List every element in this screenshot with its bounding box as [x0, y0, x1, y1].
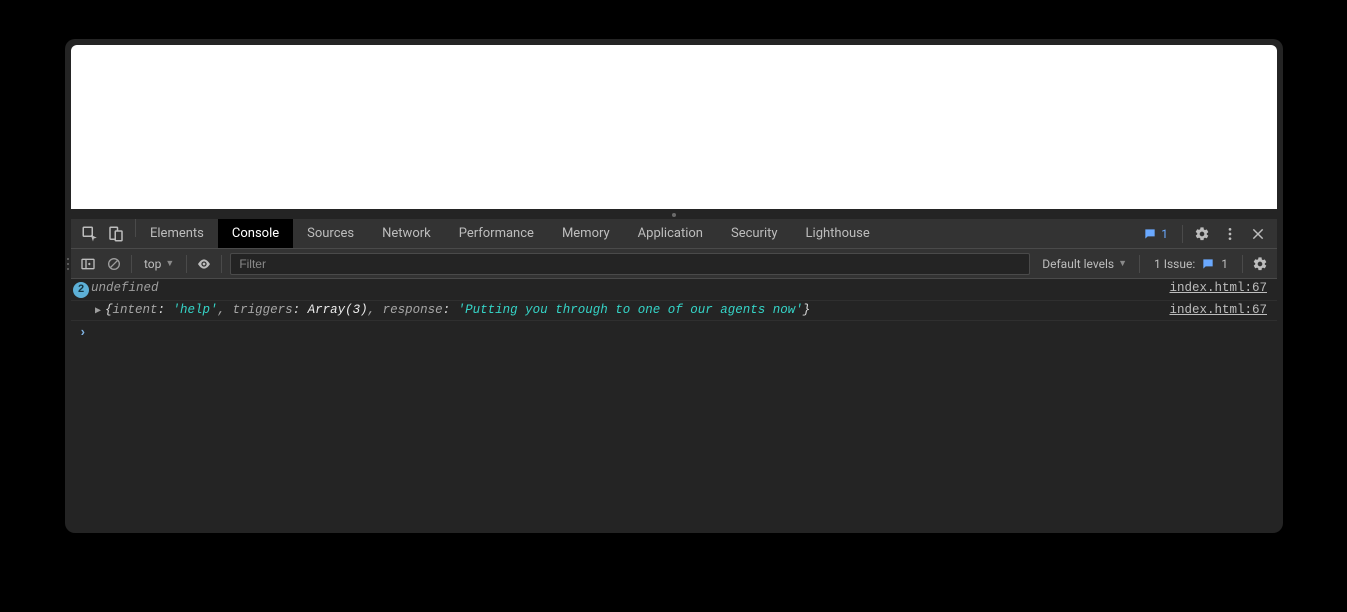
chevron-down-icon: ▼: [1118, 258, 1127, 269]
devtools-tabbar: Elements Console Sources Network Perform…: [71, 219, 1277, 249]
tab-elements[interactable]: Elements: [136, 219, 218, 248]
clear-console-icon[interactable]: [105, 255, 123, 273]
console-output: 2 undefined index.html:67 ▶ { intent: 'h…: [71, 279, 1277, 527]
tab-performance[interactable]: Performance: [445, 219, 548, 248]
divider: [221, 255, 222, 273]
object-key: triggers: [233, 303, 293, 317]
repeat-count-badge: 2: [73, 282, 89, 298]
divider: [1242, 255, 1243, 273]
message-icon: [1201, 257, 1215, 271]
chevron-down-icon: ▼: [165, 258, 174, 269]
divider: [1139, 255, 1140, 273]
tab-console[interactable]: Console: [218, 219, 293, 248]
console-prompt[interactable]: ›: [71, 321, 1277, 341]
object-value: 'help': [173, 303, 218, 317]
console-toolbar: top ▼ Default levels ▼ 1 Issue: 1: [71, 249, 1277, 279]
pane-resize-handle[interactable]: [672, 213, 676, 217]
tabs-list: Elements Console Sources Network Perform…: [136, 219, 884, 248]
context-label: top: [144, 257, 161, 271]
log-levels-selector[interactable]: Default levels ▼: [1038, 257, 1131, 271]
issues-count: 1: [1221, 257, 1228, 271]
tab-sources[interactable]: Sources: [293, 219, 368, 248]
source-link[interactable]: index.html:67: [1159, 281, 1277, 295]
live-expression-icon[interactable]: [195, 255, 213, 273]
divider: [1182, 225, 1183, 243]
console-message-row[interactable]: 2 undefined index.html:67: [71, 279, 1277, 301]
inspect-element-icon[interactable]: [81, 225, 99, 243]
tab-lighthouse[interactable]: Lighthouse: [792, 219, 884, 248]
tab-memory[interactable]: Memory: [548, 219, 624, 248]
object-value: Array(3): [308, 303, 368, 317]
toggle-console-sidebar-icon[interactable]: [79, 255, 97, 273]
tabbar-left-icons: [71, 219, 135, 248]
object-key: response: [383, 303, 443, 317]
more-options-icon[interactable]: [1221, 225, 1239, 243]
expand-object-icon[interactable]: ▶: [95, 305, 101, 317]
messages-badge[interactable]: 1: [1139, 227, 1172, 241]
tab-network[interactable]: Network: [368, 219, 445, 248]
issues-label: 1 Issue:: [1154, 257, 1195, 271]
brace-open: {: [105, 303, 113, 317]
object-key: intent: [113, 303, 158, 317]
close-devtools-icon[interactable]: [1249, 225, 1267, 243]
devtools-window: Elements Console Sources Network Perform…: [65, 39, 1283, 533]
messages-badge-count: 1: [1161, 227, 1168, 241]
object-value: 'Putting you through to one of our agent…: [458, 303, 803, 317]
divider: [131, 255, 132, 273]
console-message-row[interactable]: ▶ { intent: 'help', triggers: Array(3), …: [71, 301, 1277, 321]
divider: [186, 255, 187, 273]
execution-context-selector[interactable]: top ▼: [140, 257, 178, 271]
tab-security[interactable]: Security: [717, 219, 792, 248]
settings-icon[interactable]: [1193, 225, 1211, 243]
console-message-text: undefined: [91, 281, 159, 295]
tab-application[interactable]: Application: [624, 219, 717, 248]
issues-indicator[interactable]: 1 Issue: 1: [1148, 257, 1234, 271]
console-filter-input[interactable]: [230, 253, 1030, 275]
prompt-caret-icon: ›: [71, 326, 93, 340]
source-link[interactable]: index.html:67: [1159, 303, 1277, 317]
page-viewport: [71, 45, 1277, 209]
levels-label: Default levels: [1042, 257, 1114, 271]
brace-close: }: [803, 303, 811, 317]
device-toolbar-icon[interactable]: [107, 225, 125, 243]
console-settings-icon[interactable]: [1251, 255, 1269, 273]
tabbar-right-icons: 1: [1129, 219, 1277, 248]
